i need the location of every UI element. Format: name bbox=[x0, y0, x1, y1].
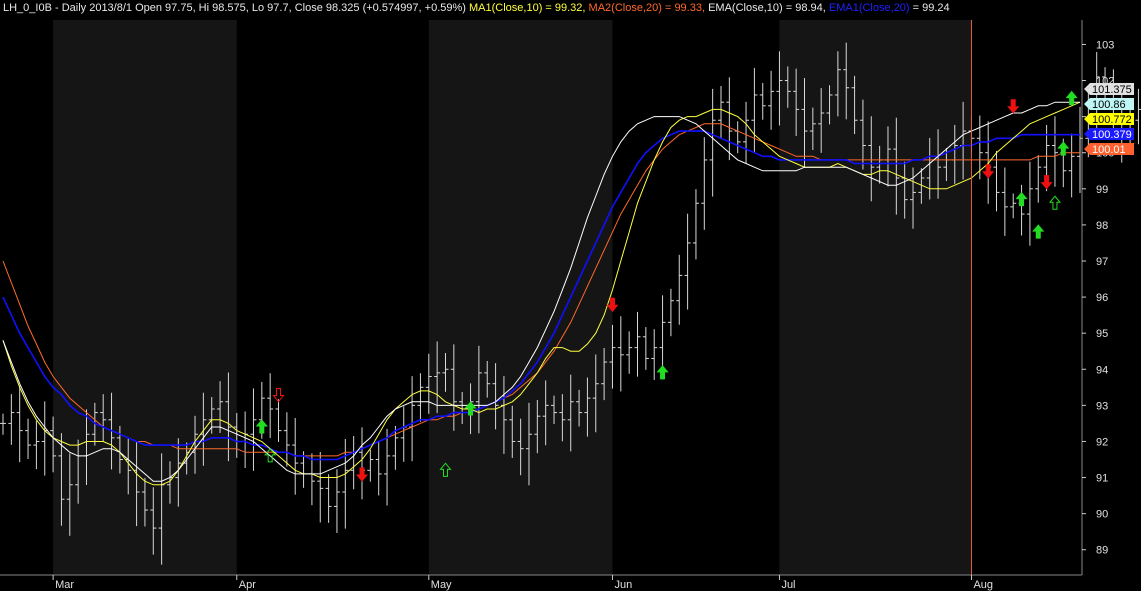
ohlc-bar bbox=[743, 101, 750, 164]
ohlc-bar bbox=[768, 70, 775, 130]
y-tick-label: 93 bbox=[1096, 400, 1108, 412]
svg-text:100.86: 100.86 bbox=[1092, 99, 1126, 111]
ohlc-bar bbox=[308, 453, 315, 506]
y-tick-label: 89 bbox=[1096, 545, 1108, 557]
x-tick-label: Mar bbox=[55, 579, 74, 591]
svg-text:100.772: 100.772 bbox=[1092, 114, 1132, 126]
y-tick-label: 97 bbox=[1096, 256, 1108, 268]
x-tick-label: Jun bbox=[614, 579, 632, 591]
ohlc-bar bbox=[333, 469, 340, 533]
ohlc-bar bbox=[692, 189, 699, 260]
ohlc-bar bbox=[976, 115, 983, 180]
ohlc-bar bbox=[325, 474, 332, 523]
x-tick-label: Apr bbox=[239, 579, 256, 591]
ohlc-bar bbox=[759, 83, 766, 120]
month-shading bbox=[53, 20, 972, 575]
ohlc-bar bbox=[1010, 193, 1017, 219]
price-chart[interactable]: 8990919293949596979899100101102103 MarAp… bbox=[0, 0, 1141, 591]
y-tick-label: 94 bbox=[1096, 364, 1108, 376]
y-tick-label: 99 bbox=[1096, 184, 1108, 196]
ohlc-bar bbox=[384, 428, 391, 506]
up-arrow-icon bbox=[1048, 195, 1062, 210]
ema1-value: = 99.24 bbox=[912, 2, 950, 14]
price-label: 100.772 bbox=[1084, 113, 1134, 126]
up-arrow-icon bbox=[1032, 224, 1045, 239]
ema-label: EMA(Close,10) = 98.94, bbox=[708, 2, 826, 14]
ohlc-bar bbox=[634, 311, 641, 377]
ohlc-bar bbox=[242, 411, 249, 468]
ohlc-bar bbox=[409, 376, 416, 462]
ohlc-bar bbox=[718, 85, 724, 140]
up-arrow-icon bbox=[255, 419, 268, 434]
month-band bbox=[779, 20, 972, 575]
ohlc-bar bbox=[642, 327, 649, 370]
ohlc-bar bbox=[283, 412, 290, 467]
ohlc-bar bbox=[1135, 88, 1141, 145]
ohlc-bar bbox=[726, 77, 733, 161]
price-label: 101.375 bbox=[1084, 83, 1134, 96]
price-label: 100.379 bbox=[1084, 128, 1134, 141]
ohlc-bar bbox=[1035, 155, 1042, 203]
y-tick-label: 96 bbox=[1096, 292, 1108, 304]
y-tick-label: 103 bbox=[1096, 39, 1114, 51]
x-tick-label: Aug bbox=[973, 579, 993, 591]
ohlc-bar bbox=[250, 388, 257, 471]
up-arrow-icon bbox=[656, 365, 669, 380]
ohlc-bar bbox=[701, 137, 708, 230]
down-arrow-icon bbox=[1040, 175, 1053, 190]
y-tick-label: 90 bbox=[1096, 509, 1108, 521]
time-axis: Mar Apr May Jun Jul Aug bbox=[0, 574, 1082, 591]
ohlc-bar bbox=[417, 373, 424, 422]
ohlc-bar bbox=[267, 373, 274, 439]
svg-text:101.375: 101.375 bbox=[1092, 84, 1132, 96]
chart-header: LH_0_I0B - Daily 2013/8/1 Open 97.75, Hi… bbox=[3, 2, 950, 14]
ohlc-bar bbox=[400, 406, 407, 462]
price-label: 100.01 bbox=[1084, 143, 1134, 156]
y-tick-label: 98 bbox=[1096, 220, 1108, 232]
y-tick-label: 91 bbox=[1096, 473, 1108, 485]
svg-text:100.379: 100.379 bbox=[1092, 129, 1132, 141]
symbol-info: LH_0_I0B - Daily 2013/8/1 Open 97.75, Hi… bbox=[3, 2, 466, 14]
month-band bbox=[428, 20, 613, 575]
ohlc-bar bbox=[375, 441, 382, 496]
ohlc-bar bbox=[684, 213, 691, 310]
up-arrow-icon bbox=[1015, 191, 1028, 207]
ohlc-bar bbox=[734, 121, 741, 154]
x-tick-label: May bbox=[431, 579, 452, 591]
ma1-label: MA1(Close,10) = 99.32, bbox=[469, 2, 586, 14]
ohlc-bar bbox=[359, 427, 365, 500]
down-arrow-icon bbox=[355, 467, 369, 482]
ohlc-bar bbox=[41, 401, 48, 476]
ohlc-bar bbox=[651, 329, 658, 380]
ohlc-bar bbox=[667, 288, 674, 337]
ema1-label: EMA1(Close,20) bbox=[828, 2, 910, 14]
ohlc-bar bbox=[350, 436, 357, 490]
ohlc-bar bbox=[0, 413, 6, 435]
ohlc-bar bbox=[367, 449, 374, 482]
ohlc-bar bbox=[1026, 161, 1033, 246]
price-labels: 101.375 100.86 100.772 100.379 100.01 bbox=[1084, 83, 1134, 156]
ohlc-bar bbox=[1051, 116, 1058, 187]
ohlc-bar bbox=[1068, 133, 1075, 198]
y-tick-label: 95 bbox=[1096, 328, 1108, 340]
ohlc-bar bbox=[676, 254, 683, 325]
ohlc-bar bbox=[626, 331, 633, 374]
ohlc-bar bbox=[16, 385, 23, 463]
ohlc-bar bbox=[709, 88, 716, 197]
price-label: 100.86 bbox=[1084, 98, 1134, 111]
y-tick-label: 92 bbox=[1096, 436, 1108, 448]
ohlc-bar bbox=[317, 451, 324, 523]
ohlc-bar bbox=[8, 394, 15, 445]
ohlc-bar bbox=[617, 316, 624, 392]
ohlc-bar bbox=[25, 418, 32, 459]
ohlc-bar bbox=[275, 399, 282, 442]
x-tick-label: Jul bbox=[781, 579, 795, 591]
ohlc-bar bbox=[985, 121, 992, 204]
ohlc-bar bbox=[33, 420, 40, 470]
ma2-label: MA2(Close,20) = 99.33, bbox=[588, 2, 706, 14]
svg-text:100.01: 100.01 bbox=[1092, 144, 1126, 156]
down-arrow-icon bbox=[1007, 99, 1020, 114]
ohlc-bar bbox=[1001, 167, 1008, 236]
